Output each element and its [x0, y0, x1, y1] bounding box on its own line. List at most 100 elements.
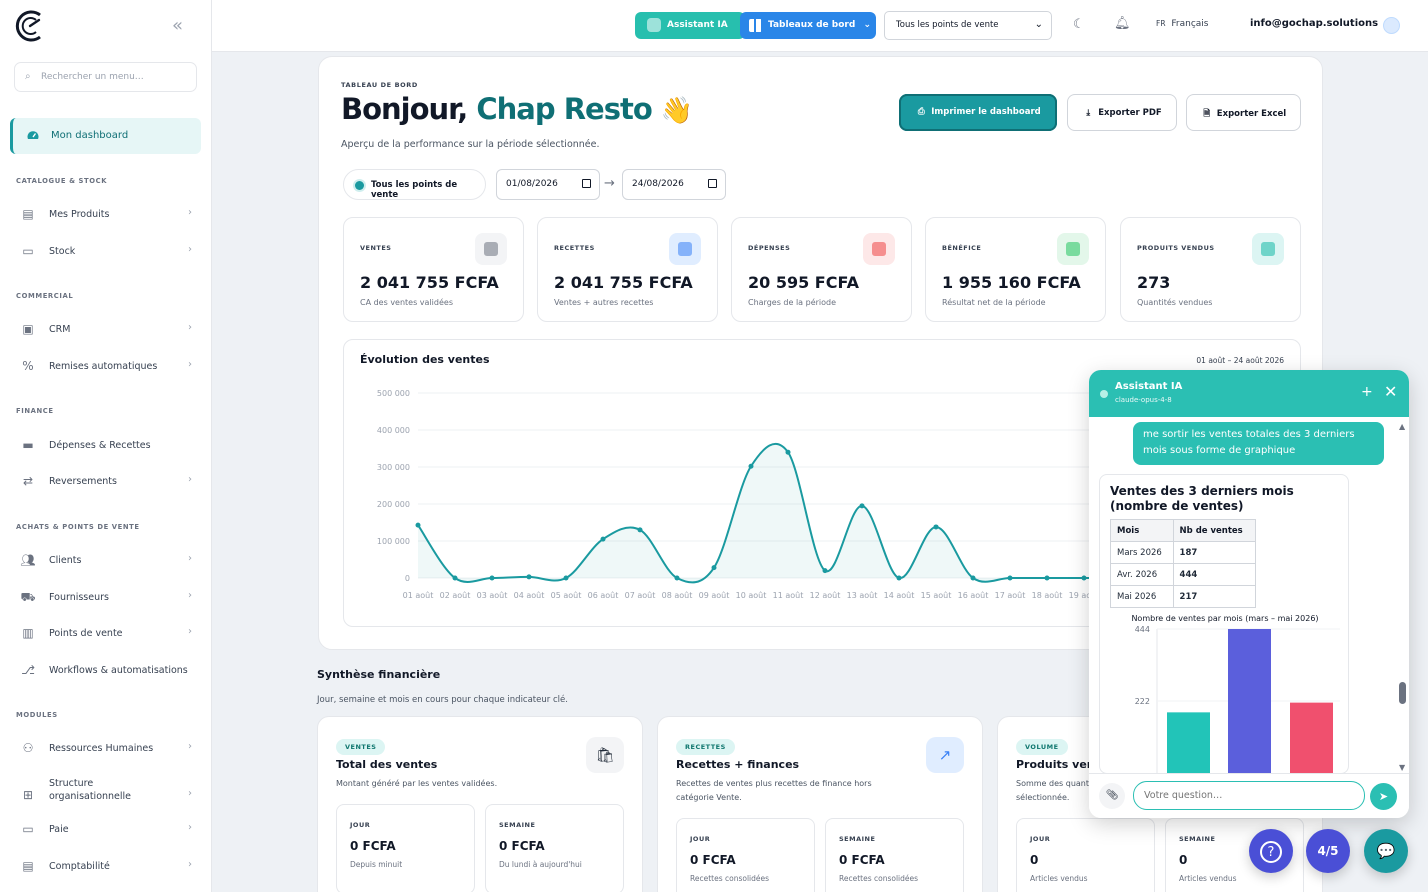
sidebar-section-modules: MODULES: [16, 711, 58, 719]
point-of-sale-select[interactable]: Tous les points de vente ⌄: [884, 11, 1052, 40]
user-email[interactable]: info@gochap.solutions: [1250, 18, 1378, 29]
data-point[interactable]: [526, 574, 532, 580]
data-point[interactable]: [711, 565, 717, 571]
data-point[interactable]: [415, 522, 421, 528]
sidebar-item-label: Comptabilité: [49, 861, 110, 872]
data-point[interactable]: [859, 503, 865, 509]
data-point[interactable]: [1007, 575, 1013, 581]
sidebar-item-fournisseurs[interactable]: ⛟ Fournisseurs ›: [20, 590, 192, 604]
status-badge: VOLUME: [1016, 739, 1068, 755]
table-header-row: Mois Nb de ventes: [1110, 519, 1257, 542]
bar-avr-2026[interactable]: [1228, 629, 1271, 773]
print-dashboard-button[interactable]: ⎙ Imprimer le dashboard: [899, 94, 1057, 131]
data-point[interactable]: [748, 463, 754, 469]
data-point[interactable]: [822, 568, 828, 574]
chevron-right-icon: ›: [188, 626, 192, 637]
scroll-thumb[interactable]: [1399, 682, 1406, 704]
sidebar-item-crm[interactable]: ▣ CRM ›: [20, 322, 192, 336]
data-point[interactable]: [452, 575, 458, 581]
page-title: Bonjour, Chap Resto 👋: [341, 92, 693, 126]
sidebar-item-label: Paie: [49, 824, 69, 835]
sidebar-item-paie[interactable]: ▭ Paie ›: [20, 822, 192, 836]
sidebar-item-structure-organisationnelle[interactable]: ⊞ Structure organisationnelle ›: [20, 778, 192, 808]
sidebar-item-depenses-recettes[interactable]: ▬ Dépenses & Recettes: [20, 438, 192, 452]
box-icon: ▤: [22, 207, 34, 221]
period-tile-week: SEMAINE 0 FCFA Du lundi à aujourd'hui: [485, 804, 624, 892]
sales-area: [418, 443, 1121, 583]
data-point[interactable]: [933, 524, 939, 530]
close-icon[interactable]: ✕: [1384, 382, 1397, 401]
point-of-sale-filter[interactable]: Tous les points de vente: [343, 169, 486, 200]
payroll-icon: ▭: [22, 822, 34, 836]
data-point[interactable]: [1081, 575, 1087, 581]
chevron-right-icon: ›: [188, 207, 192, 218]
attach-icon[interactable]: 📎︎: [1099, 783, 1125, 809]
assistant-ia-button[interactable]: Assistant IA: [635, 12, 745, 39]
page-kicker: TABLEAU DE BORD: [341, 81, 418, 89]
sidebar-item-clients[interactable]: 👥︎ Clients ›: [20, 553, 192, 567]
data-point[interactable]: [563, 575, 569, 581]
sidebar-item-comptabilite[interactable]: ▤ Comptabilité ›: [20, 859, 192, 873]
data-point[interactable]: [637, 527, 643, 533]
calendar-icon[interactable]: [708, 179, 717, 188]
table-row: Mai 2026 217: [1110, 585, 1257, 608]
arrow-right-icon: →: [604, 176, 615, 191]
chat-toggle-button[interactable]: 💬: [1364, 829, 1408, 873]
date-from-input[interactable]: 01/08/2026: [496, 169, 600, 200]
data-point[interactable]: [1044, 575, 1050, 581]
synthese-card-ventes: VENTES Total des ventes Montant généré par…: [317, 716, 643, 892]
calendar-icon[interactable]: [582, 179, 591, 188]
gochap-logo[interactable]: [14, 8, 46, 44]
collapse-sidebar-icon[interactable]: «: [172, 15, 183, 36]
sidebar-item-points-de-vente[interactable]: ▥ Points de vente ›: [20, 626, 192, 640]
help-button[interactable]: ?: [1249, 829, 1293, 873]
dashboards-menu-button[interactable]: Tableaux de bord ⌄: [740, 12, 876, 39]
scroll-up-icon[interactable]: ▲: [1399, 422, 1405, 431]
menu-search-input[interactable]: ⌕ Rechercher un menu…: [14, 62, 197, 92]
stat-icon: [863, 233, 895, 265]
tour-step-button[interactable]: 4/5: [1306, 829, 1350, 873]
x-tick-label: 06 août: [588, 591, 619, 600]
period-subtitle: Articles vendus: [1179, 874, 1237, 883]
bar-mars-2026[interactable]: [1167, 712, 1210, 773]
wallet-icon: ▬: [22, 438, 34, 452]
sidebar-item-remises-automatiques[interactable]: % Remises automatiques ›: [20, 359, 192, 373]
x-tick-label: 14 août: [884, 591, 915, 600]
stat-card-depenses: DÉPENSES 20 595 FCFA Charges de la période: [731, 217, 912, 322]
menu-search-placeholder: Rechercher un menu…: [41, 72, 144, 82]
chat-header: Assistant IA claude-opus-4-8 + ✕: [1089, 370, 1409, 417]
new-chat-icon[interactable]: +: [1361, 384, 1373, 400]
language-selector[interactable]: FR Français: [1156, 19, 1209, 29]
table-cell: 187: [1172, 541, 1257, 564]
export-pdf-button[interactable]: ⤓ Exporter PDF: [1067, 94, 1177, 131]
chat-question-input[interactable]: [1133, 781, 1365, 810]
sidebar-item-stock[interactable]: ▭ Stock ›: [20, 244, 192, 258]
period-label: JOUR: [690, 835, 711, 843]
sidebar-item-workflows-automatisations[interactable]: ⎇ Workflows & automatisations: [20, 663, 192, 677]
synthese-card-title: Recettes + finances: [676, 758, 800, 771]
data-point[interactable]: [785, 449, 791, 455]
synthese-card-recettes: RECETTES Recettes + finances Recettes de v…: [657, 716, 983, 892]
send-button[interactable]: ➤: [1370, 783, 1397, 810]
x-tick-label: 12 août: [810, 591, 841, 600]
data-point[interactable]: [489, 575, 495, 581]
data-point[interactable]: [674, 575, 680, 581]
moon-icon[interactable]: ☾: [1073, 17, 1085, 32]
sidebar-item-mes-produits[interactable]: ▤ Mes Produits ›: [20, 207, 192, 221]
data-point[interactable]: [600, 536, 606, 542]
sidebar-item-dashboard[interactable]: Mon dashboard: [10, 118, 201, 154]
bell-icon[interactable]: 🔔︎: [1114, 16, 1131, 31]
export-excel-button[interactable]: 🗎 Exporter Excel: [1186, 94, 1301, 131]
avatar[interactable]: [1383, 17, 1400, 34]
chat-scrollbar[interactable]: ▲ ▼: [1398, 422, 1407, 772]
data-point[interactable]: [970, 575, 976, 581]
scroll-down-icon[interactable]: ▼: [1399, 763, 1405, 772]
sidebar-item-ressources-humaines[interactable]: ⚇ Ressources Humaines ›: [20, 741, 192, 755]
sidebar-item-reversements[interactable]: ⇄ Reversements ›: [20, 474, 192, 488]
date-to-input[interactable]: 24/08/2026: [622, 169, 726, 200]
x-tick-label: 17 août: [995, 591, 1026, 600]
data-point[interactable]: [896, 575, 902, 581]
bar-mai-2026[interactable]: [1290, 702, 1333, 773]
stat-label: DÉPENSES: [748, 244, 791, 252]
x-tick-label: 01 août: [403, 591, 434, 600]
